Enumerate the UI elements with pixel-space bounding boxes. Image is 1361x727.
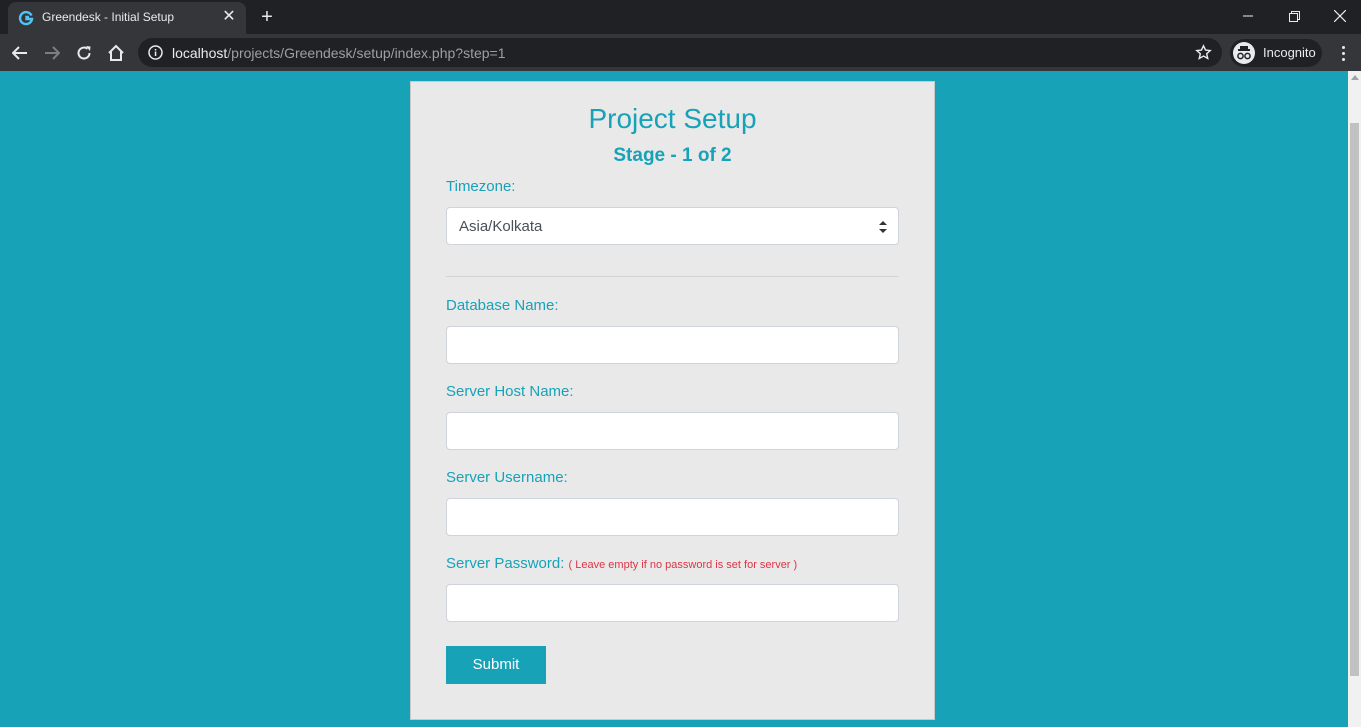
greendesk-favicon-icon <box>18 10 34 26</box>
reload-icon[interactable] <box>70 39 98 67</box>
close-icon[interactable]: ✕ <box>220 8 238 26</box>
server-password-label-row: Server Password: ( Leave empty if no pas… <box>446 555 797 572</box>
home-icon[interactable] <box>102 39 130 67</box>
timezone-select[interactable]: Asia/Kolkata <box>446 207 899 245</box>
info-icon[interactable] <box>148 45 163 60</box>
timezone-value: Asia/Kolkata <box>459 218 543 235</box>
server-username-input[interactable] <box>446 498 899 536</box>
server-password-label: Server Password: <box>446 555 565 572</box>
minimize-icon[interactable] <box>1225 0 1271 32</box>
database-name-input[interactable] <box>446 326 899 364</box>
incognito-badge[interactable]: Incognito <box>1230 39 1322 67</box>
scroll-up-arrow-icon[interactable] <box>1351 75 1359 80</box>
forward-icon[interactable] <box>38 39 66 67</box>
database-name-label: Database Name: <box>446 297 559 314</box>
url-path: /projects/Greendesk/setup/index.php?step… <box>227 45 506 61</box>
server-host-input[interactable] <box>446 412 899 450</box>
url-text: localhost/projects/Greendesk/setup/index… <box>172 45 506 61</box>
server-password-input[interactable] <box>446 584 899 622</box>
scroll-thumb[interactable] <box>1350 123 1359 676</box>
back-icon[interactable] <box>6 39 34 67</box>
more-vert-icon[interactable] <box>1333 42 1353 64</box>
timezone-label: Timezone: <box>446 178 516 195</box>
page-subtitle: Stage - 1 of 2 <box>613 145 732 166</box>
tab-strip: Greendesk - Initial Setup ✕ + <box>0 0 1361 34</box>
star-icon[interactable] <box>1195 44 1212 61</box>
server-password-note: ( Leave empty if no password is set for … <box>568 559 798 571</box>
select-arrows-icon <box>878 220 888 234</box>
browser-toolbar: localhost/projects/Greendesk/setup/index… <box>0 34 1361 71</box>
url-host: localhost <box>172 45 228 61</box>
page-title: Project Setup <box>588 103 757 134</box>
setup-card: Project Setup Stage - 1 of 2 Timezone: A… <box>410 81 935 720</box>
incognito-icon <box>1233 42 1255 64</box>
server-username-label: Server Username: <box>446 469 568 486</box>
browser-tab[interactable]: Greendesk - Initial Setup ✕ <box>8 2 246 34</box>
server-host-label: Server Host Name: <box>446 383 574 400</box>
submit-button[interactable]: Submit <box>446 646 546 684</box>
incognito-label: Incognito <box>1263 45 1316 60</box>
tab-title: Greendesk - Initial Setup <box>42 10 175 24</box>
page-scrollbar[interactable] <box>1348 71 1361 727</box>
divider <box>446 276 899 277</box>
plus-icon[interactable]: + <box>255 6 279 28</box>
window-close-icon[interactable] <box>1317 0 1361 32</box>
restore-icon[interactable] <box>1271 0 1317 32</box>
address-bar[interactable]: localhost/projects/Greendesk/setup/index… <box>138 38 1222 67</box>
